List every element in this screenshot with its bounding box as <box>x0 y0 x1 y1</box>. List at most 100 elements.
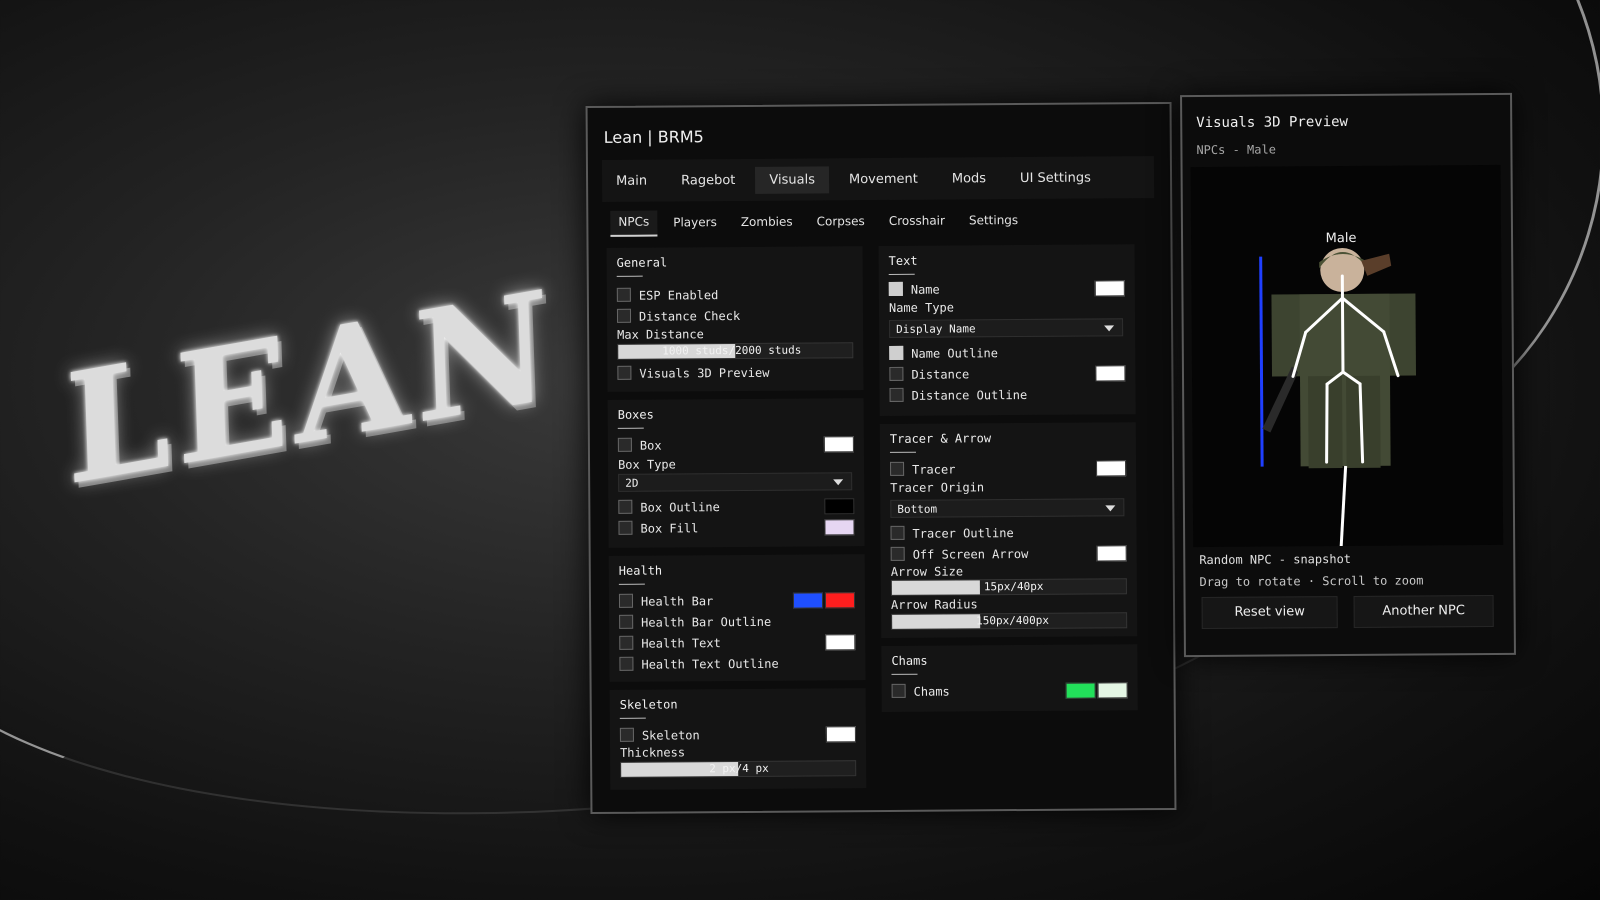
checkbox[interactable] <box>616 308 632 323</box>
arrow-size-label: Arrow Size <box>890 564 964 579</box>
off-screen-arrow-toggle[interactable]: Off Screen Arrow <box>890 546 1029 563</box>
box-color-swatch[interactable] <box>823 436 854 453</box>
health-text-toggle[interactable]: Health Text <box>619 635 721 652</box>
tab-ragebot[interactable]: Ragebot <box>667 166 749 194</box>
health-bar-outline-label: Health Bar Outline <box>641 614 772 630</box>
checkbox[interactable] <box>889 366 904 381</box>
tracer-outline-label: Tracer Outline <box>912 526 1014 541</box>
name-label: Name <box>910 282 940 297</box>
health-text-outline-toggle[interactable]: Health Text Outline <box>619 656 779 673</box>
preview-hint: Drag to rotate · Scroll to zoom <box>1199 573 1424 590</box>
arrow-color-swatch[interactable] <box>1096 545 1127 562</box>
checkbox[interactable] <box>619 656 634 671</box>
box-fill-toggle[interactable]: Box Fill <box>618 520 698 537</box>
checkbox[interactable] <box>619 635 634 650</box>
tracer-outline-toggle[interactable]: Tracer Outline <box>890 525 1014 542</box>
arrow-size-slider[interactable]: 15px/40px <box>890 578 1127 596</box>
chevron-down-icon <box>1105 505 1116 512</box>
box-outline-label: Box Outline <box>640 500 720 515</box>
distance-label: Distance <box>911 367 970 382</box>
tracer-label: Tracer <box>912 462 956 477</box>
skeleton-toggle[interactable]: Skeleton <box>619 727 700 744</box>
another-npc-button[interactable]: Another NPC <box>1353 594 1494 628</box>
distance-color-swatch[interactable] <box>1095 365 1126 382</box>
distance-check-toggle[interactable]: Distance Check <box>616 308 740 325</box>
boxes-section: Boxes Box Box Type 2D Box Outline Box Fi… <box>607 398 865 548</box>
chams-outline-color-swatch[interactable] <box>1097 682 1128 699</box>
reset-view-button[interactable]: Reset view <box>1201 596 1338 630</box>
name-toggle[interactable]: Name <box>888 281 940 298</box>
tracer-origin-dropdown[interactable]: Bottom <box>890 498 1125 518</box>
tracer-color-swatch[interactable] <box>1096 460 1127 477</box>
health-bar-toggle[interactable]: Health Bar <box>618 593 713 610</box>
checkbox[interactable] <box>890 525 905 540</box>
tab-mods[interactable]: Mods <box>938 165 1000 192</box>
visuals-3d-preview-toggle[interactable]: Visuals 3D Preview <box>617 365 769 382</box>
tab-visuals[interactable]: Visuals <box>755 165 830 194</box>
health-bar-full-color-swatch[interactable] <box>792 592 824 609</box>
max-distance-slider[interactable]: 1000 studs/2000 studs <box>617 342 854 360</box>
box-label: Box <box>639 438 662 453</box>
checkbox[interactable] <box>889 345 904 360</box>
health-bar-outline-toggle[interactable]: Health Bar Outline <box>619 614 771 631</box>
checkbox[interactable] <box>618 499 633 514</box>
checkbox[interactable] <box>618 520 633 535</box>
subtab-corpses[interactable]: Corpses <box>809 210 873 234</box>
sub-tab-bar: NPCs Players Zombies Corpses Crosshair S… <box>610 204 1146 240</box>
health-bar-low-color-swatch[interactable] <box>824 592 856 609</box>
health-text-color-swatch[interactable] <box>825 634 856 651</box>
npc-preview-svg: Male <box>1259 231 1417 547</box>
name-type-dropdown[interactable]: Display Name <box>889 318 1124 338</box>
chams-toggle[interactable]: Chams <box>891 683 950 700</box>
checkbox[interactable] <box>891 683 906 698</box>
npc-tracer-line <box>1339 465 1348 547</box>
distance-outline-label: Distance Outline <box>911 387 1028 403</box>
box-outline-toggle[interactable]: Box Outline <box>618 499 720 516</box>
slider-fill <box>892 614 980 629</box>
checkbox[interactable] <box>617 437 632 452</box>
box-toggle[interactable]: Box <box>617 437 662 454</box>
subtab-players[interactable]: Players <box>665 211 725 235</box>
checkbox[interactable] <box>616 287 631 302</box>
tracer-arrow-title: Tracer & Arrow <box>889 431 992 446</box>
subtab-crosshair[interactable]: Crosshair <box>881 209 953 234</box>
box-type-dropdown[interactable]: 2D <box>618 472 853 492</box>
checkbox[interactable] <box>889 387 904 402</box>
skeleton-section: Skeleton Skeleton Thickness 2 px/4 px <box>609 688 867 790</box>
checkbox[interactable] <box>890 546 905 561</box>
name-color-swatch[interactable] <box>1094 280 1125 297</box>
box-outline-color-swatch[interactable] <box>824 498 855 515</box>
tab-ui-settings[interactable]: UI Settings <box>1006 164 1105 192</box>
name-outline-label: Name Outline <box>911 346 999 361</box>
esp-enabled-label: ESP Enabled <box>638 288 719 303</box>
name-type-value: Display Name <box>896 322 976 336</box>
window-title: Lean | BRM5 <box>603 127 704 147</box>
preview-viewport[interactable]: Male <box>1190 164 1504 548</box>
box-fill-color-swatch[interactable] <box>824 519 855 536</box>
tracer-origin-label: Tracer Origin <box>890 480 985 495</box>
distance-outline-toggle[interactable]: Distance Outline <box>889 387 1028 404</box>
subtab-npcs[interactable]: NPCs <box>610 210 658 237</box>
checkbox[interactable] <box>619 727 634 742</box>
subtab-settings[interactable]: Settings <box>961 209 1026 233</box>
arrow-radius-value: 150px/400px <box>976 613 1050 628</box>
checkbox[interactable] <box>617 365 632 380</box>
subtab-zombies[interactable]: Zombies <box>733 211 801 235</box>
checkbox[interactable] <box>619 614 634 629</box>
tab-movement[interactable]: Movement <box>835 165 932 193</box>
distance-toggle[interactable]: Distance <box>889 366 969 383</box>
chevron-down-icon <box>1104 325 1115 332</box>
skeleton-color-swatch[interactable] <box>825 726 856 743</box>
tracer-toggle[interactable]: Tracer <box>890 461 955 477</box>
thickness-slider[interactable]: 2 px/4 px <box>620 760 857 778</box>
chams-section: Chams Chams <box>881 644 1138 713</box>
esp-enabled-toggle[interactable]: ESP Enabled <box>616 287 719 304</box>
chams-fill-color-swatch[interactable] <box>1065 682 1096 699</box>
tab-main[interactable]: Main <box>602 167 661 194</box>
name-outline-toggle[interactable]: Name Outline <box>889 345 998 362</box>
checkbox[interactable] <box>888 281 903 296</box>
checkbox[interactable] <box>890 461 905 476</box>
checkbox[interactable] <box>618 593 634 608</box>
health-title: Health <box>618 563 663 578</box>
arrow-radius-slider[interactable]: 150px/400px <box>891 612 1128 630</box>
